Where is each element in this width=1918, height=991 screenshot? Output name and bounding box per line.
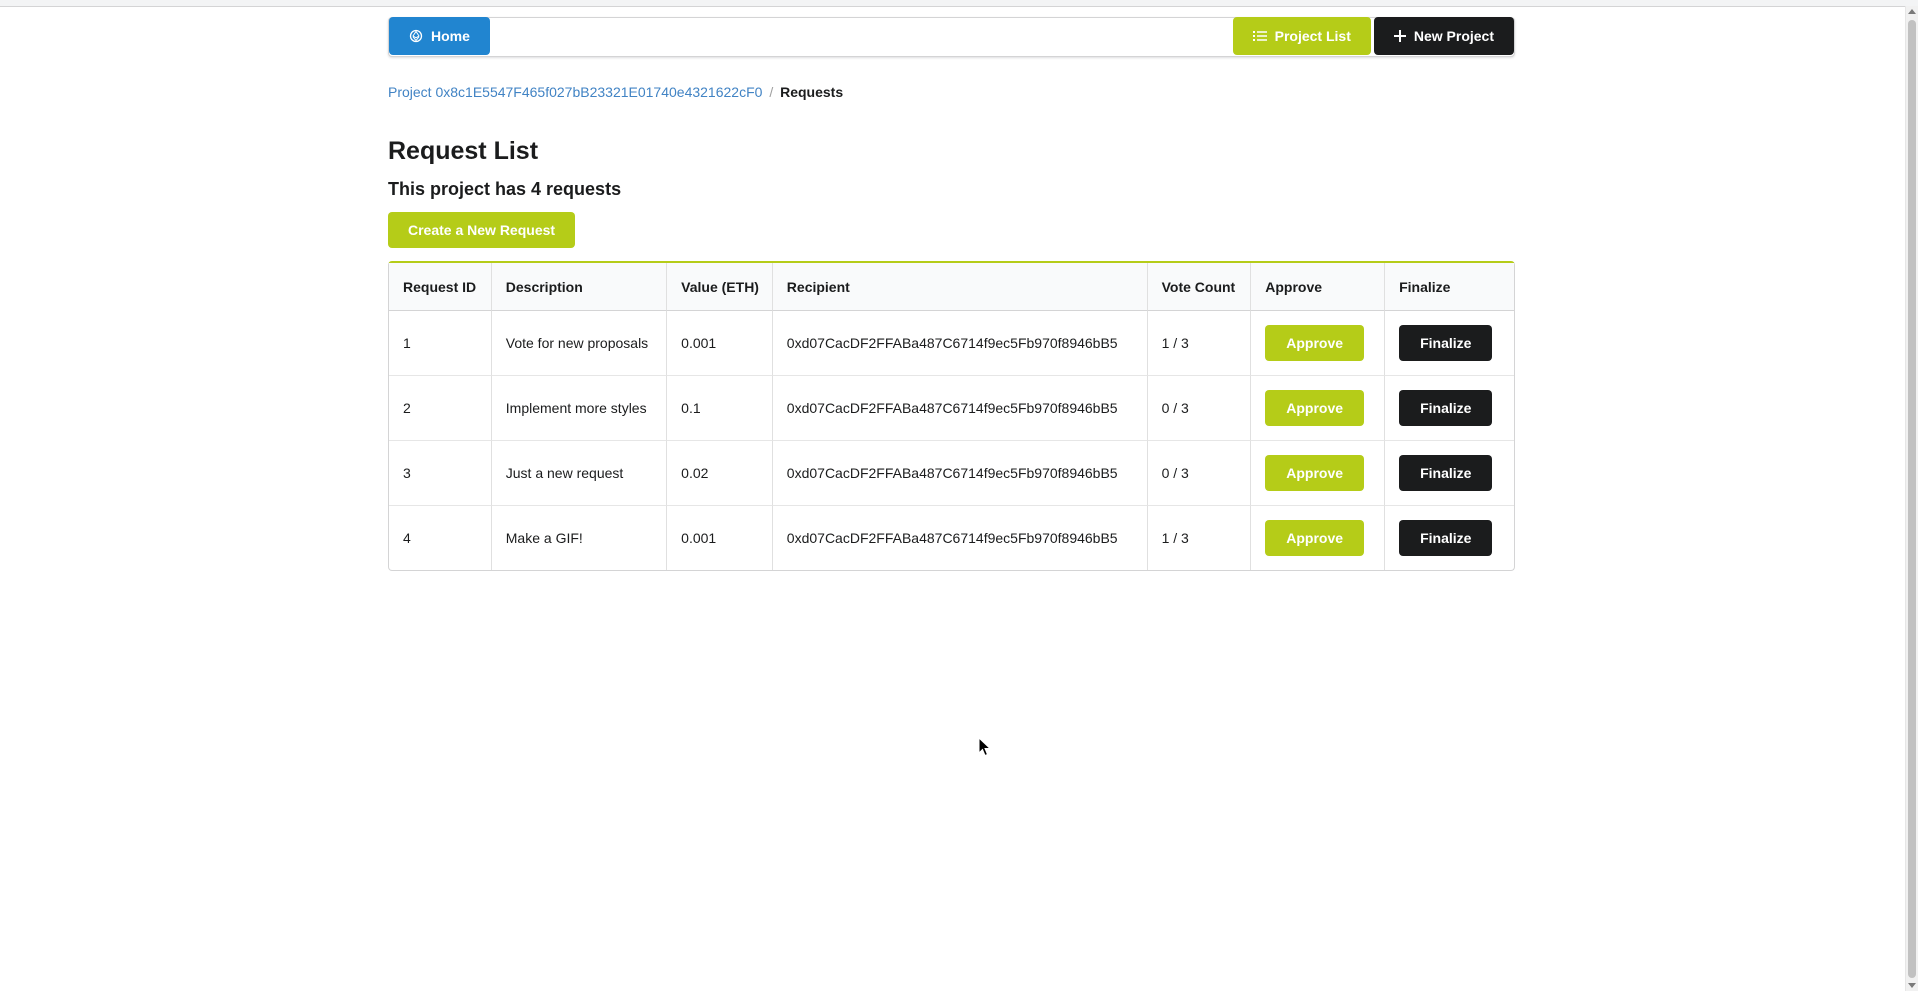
plus-icon xyxy=(1393,30,1406,42)
breadcrumb: Project 0x8c1E5547F465f027bB23321E01740e… xyxy=(388,84,1515,102)
project-list-button-label: Project List xyxy=(1274,28,1351,44)
mouse-cursor-icon xyxy=(978,736,992,757)
top-menu: Home Project List New Project xyxy=(388,17,1515,57)
approve-button[interactable]: Approve xyxy=(1265,325,1365,361)
header-finalize: Finalize xyxy=(1384,263,1514,311)
cell-approve: Approve xyxy=(1250,505,1385,570)
scroll-up-arrow-icon[interactable] xyxy=(1908,9,1916,14)
cell-request-id: 1 xyxy=(403,335,411,351)
cell-value: 0.02 xyxy=(666,440,772,505)
cell-approve: Approve xyxy=(1250,311,1384,375)
header-description: Description xyxy=(490,263,667,311)
cell-finalize: Finalize xyxy=(1384,505,1514,570)
request-count-subtitle: This project has 4 requests xyxy=(388,179,622,199)
breadcrumb-project-link[interactable]: Project 0x8c1E5547F465f027bB23321E01740e… xyxy=(388,84,762,100)
home-button[interactable]: Home xyxy=(389,17,490,55)
cell-finalize: Finalize xyxy=(1384,311,1514,375)
request-table: Request ID Description Value (ETH) Recip… xyxy=(388,261,1515,571)
new-project-button[interactable]: New Project xyxy=(1373,17,1514,55)
home-button-label: Home xyxy=(431,28,470,44)
scrollbar-thumb[interactable] xyxy=(1908,20,1916,978)
new-project-button-label: New Project xyxy=(1413,28,1494,44)
cell-description: Vote for new proposals xyxy=(490,311,666,375)
table-row: 2 Implement more styles 0.1 0xd07CacDF2F… xyxy=(389,375,1514,440)
cell-request-id: 3 xyxy=(389,440,491,505)
breadcrumb-current: Requests xyxy=(780,84,844,100)
list-icon xyxy=(1252,30,1267,42)
cell-value: 0.001 xyxy=(666,311,772,375)
header-value: Value (ETH) xyxy=(666,263,772,311)
scroll-down-arrow-icon[interactable] xyxy=(1908,983,1916,988)
cell-recipient: 0xd07CacDF2FFABa487C6714f9ec5Fb970f8946b… xyxy=(771,440,1147,505)
header-recipient: Recipient xyxy=(771,263,1147,311)
table-row: 1 Vote for new proposals 0.001 0xd07CacD… xyxy=(389,311,1514,375)
cell-approve: Approve xyxy=(1250,440,1385,505)
create-request-button[interactable]: Create a New Request xyxy=(388,212,576,248)
approve-button[interactable]: Approve xyxy=(1265,390,1365,426)
project-list-button[interactable]: Project List xyxy=(1232,17,1371,55)
page-title: Request List xyxy=(388,137,539,165)
cell-finalize: Finalize xyxy=(1384,375,1514,440)
page-container: Home Project List New Project Project 0x… xyxy=(388,17,1515,571)
finalize-button[interactable]: Finalize xyxy=(1399,325,1493,361)
table-row: 3 Just a new request 0.02 0xd07CacDF2FFA… xyxy=(389,440,1514,505)
cell-description: Implement more styles xyxy=(490,375,667,440)
cell-request-id: 2 xyxy=(389,375,491,440)
table-row: 4 Make a GIF! 0.001 0xd07CacDF2FFABa487C… xyxy=(389,505,1514,570)
cell-description: Make a GIF! xyxy=(490,505,667,570)
cell-recipient: 0xd07CacDF2FFABa487C6714f9ec5Fb970f8946b… xyxy=(771,505,1147,570)
finalize-button[interactable]: Finalize xyxy=(1399,520,1493,556)
cell-vote-count: 1 / 3 xyxy=(1146,311,1251,375)
cell-description: Just a new request xyxy=(490,440,667,505)
breadcrumb-divider: / xyxy=(769,84,774,100)
browser-top-edge xyxy=(0,0,1918,7)
menu-spacer xyxy=(490,18,1233,56)
cell-recipient: 0xd07CacDF2FFABa487C6714f9ec5Fb970f8946b… xyxy=(771,375,1147,440)
cell-approve: Approve xyxy=(1250,375,1385,440)
cell-vote-count: 1 / 3 xyxy=(1146,505,1251,570)
cell-value: 0.1 xyxy=(666,375,772,440)
header-approve: Approve xyxy=(1250,263,1385,311)
finalize-button[interactable]: Finalize xyxy=(1399,390,1493,426)
header-request-id: Request ID xyxy=(389,263,491,311)
cell-vote-count: 0 / 3 xyxy=(1146,440,1251,505)
vertical-scrollbar[interactable] xyxy=(1905,6,1918,991)
finalize-button[interactable]: Finalize xyxy=(1399,455,1493,491)
cell-request-id: 4 xyxy=(389,505,491,570)
cell-vote-count: 0 / 3 xyxy=(1146,375,1251,440)
table-header-row: Request ID Description Value (ETH) Recip… xyxy=(389,263,1514,311)
approve-button[interactable]: Approve xyxy=(1265,455,1365,491)
cell-finalize: Finalize xyxy=(1384,440,1514,505)
cell-recipient: 0xd07CacDF2FFABa487C6714f9ec5Fb970f8946b… xyxy=(771,311,1147,375)
approve-button[interactable]: Approve xyxy=(1265,520,1365,556)
header-vote-count: Vote Count xyxy=(1146,263,1251,311)
ethereum-icon xyxy=(409,29,423,43)
cell-value: 0.001 xyxy=(666,505,772,570)
